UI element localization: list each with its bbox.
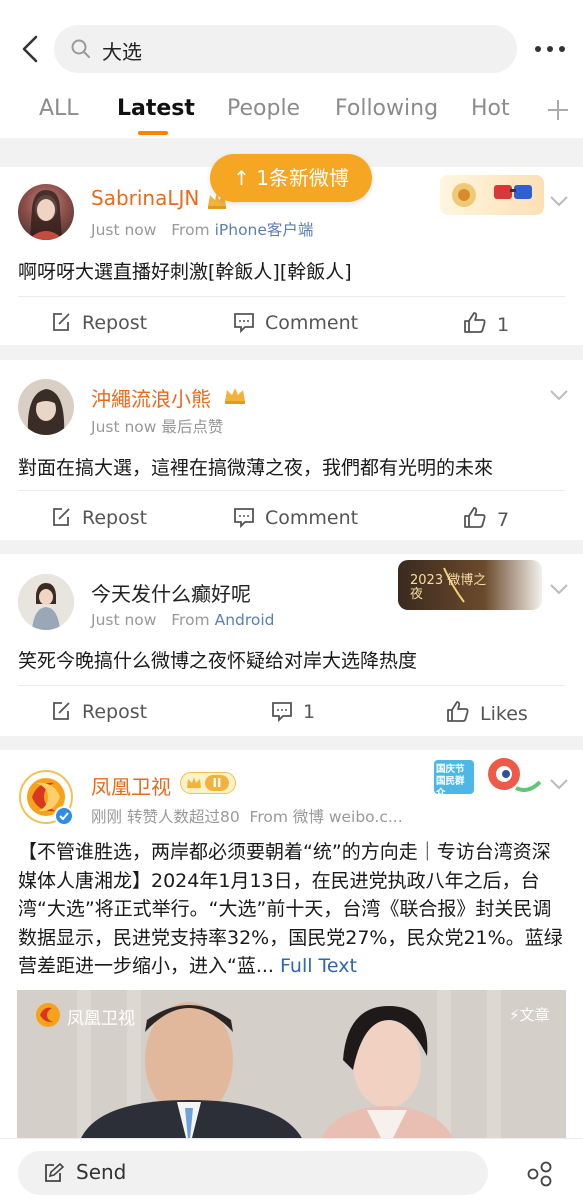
- post-text: 【不管谁胜选，两岸都必须要朝着“统”的方向走｜专访台湾资深媒体人唐湘龙】2024…: [18, 841, 563, 977]
- post-meta: Just now From iPhone客户端: [91, 221, 314, 239]
- active-tab-indicator: [138, 131, 168, 135]
- search-tabs: ALL Latest People Following Hot: [0, 84, 583, 138]
- tab-following[interactable]: Following: [335, 96, 438, 121]
- like-button[interactable]: 7: [463, 506, 509, 531]
- search-query: 大选: [102, 40, 142, 64]
- thumbs-up-icon: [464, 312, 486, 333]
- repost-button[interactable]: Repost: [50, 311, 147, 334]
- top-bar: 大选 ALL Latest People Following Hot: [0, 0, 583, 138]
- like-button[interactable]: Likes: [446, 700, 528, 725]
- post-text: 笑死今晚搞什么微博之夜怀疑给对岸大选降热度: [18, 650, 418, 672]
- divider: [18, 490, 565, 491]
- repost-icon: [53, 313, 70, 331]
- repost-button[interactable]: Repost: [50, 700, 147, 723]
- crown-icon: [187, 777, 201, 788]
- post-source[interactable]: iPhone客户端: [215, 221, 314, 239]
- comment-button[interactable]: Comment: [233, 311, 358, 334]
- article-tag: ⚡文章: [509, 1006, 550, 1024]
- weibo-night-banner: 2023 微博之夜: [398, 560, 542, 610]
- tab-latest[interactable]: Latest: [117, 96, 195, 121]
- more-icon[interactable]: [530, 38, 570, 60]
- avatar-image: [18, 574, 74, 630]
- repost-icon: [53, 702, 70, 720]
- avatar[interactable]: [18, 184, 74, 240]
- send-input[interactable]: Send: [18, 1151, 488, 1195]
- username[interactable]: SabrinaLJN: [91, 186, 199, 210]
- search-input[interactable]: 大选: [54, 25, 517, 73]
- arrow-up-icon: ↑: [233, 166, 250, 190]
- post-meta: Just now From Android: [91, 611, 275, 629]
- comment-button[interactable]: 1: [271, 700, 315, 723]
- banner-text: 2023 微博之夜: [410, 573, 487, 602]
- username[interactable]: 凤凰卫视: [91, 771, 171, 800]
- edit-icon: [45, 1162, 64, 1182]
- comment-icon: [234, 313, 254, 334]
- divider: [18, 685, 565, 686]
- decoration-badge: [440, 175, 544, 215]
- thumbs-up-icon: [464, 507, 486, 528]
- tab-people[interactable]: People: [227, 96, 300, 121]
- glasses-icon: [452, 183, 532, 207]
- chevron-down-icon[interactable]: [548, 777, 570, 791]
- tab-hot[interactable]: Hot: [471, 96, 510, 121]
- image-channel-label: 凤凰卫视: [67, 1009, 135, 1029]
- add-tab-icon[interactable]: [544, 96, 572, 124]
- chevron-down-icon[interactable]: [548, 388, 570, 402]
- chevron-down-icon[interactable]: [548, 582, 570, 596]
- tab-all[interactable]: ALL: [39, 96, 79, 121]
- lightning-icon: ⚡: [509, 1006, 520, 1024]
- avatar-image: [27, 389, 65, 435]
- verified-icon: [54, 806, 74, 826]
- username[interactable]: 今天发什么癫好呢: [91, 578, 251, 607]
- username[interactable]: 沖繩流浪小熊: [91, 383, 211, 412]
- comment-button[interactable]: Comment: [233, 506, 358, 529]
- chevron-down-icon[interactable]: [548, 194, 570, 208]
- post-source[interactable]: 微博 weibo.c...: [293, 808, 403, 826]
- back-button[interactable]: [14, 30, 50, 68]
- member-level-badge: II: [180, 772, 236, 794]
- post-card[interactable]: 沖繩流浪小熊 Just now 最后点赞 對面在搞大選，這裡在搞微薄之夜，我們都…: [0, 360, 583, 540]
- new-posts-button[interactable]: ↑ 1条新微博: [210, 154, 372, 202]
- article-image[interactable]: 凤凰卫视 ⚡文章: [17, 990, 566, 1150]
- holiday-badge: 国庆节 国民群众: [432, 752, 544, 804]
- post-source[interactable]: Android: [215, 611, 275, 629]
- weibo-search-screen: 大选 ALL Latest People Following Hot Sabri…: [0, 0, 583, 1200]
- avatar[interactable]: [18, 574, 74, 630]
- crown-icon: [225, 388, 245, 404]
- avatar[interactable]: [18, 379, 74, 435]
- like-button[interactable]: 1: [463, 311, 509, 336]
- post-meta: Just now 最后点赞: [91, 418, 224, 436]
- post-meta: 刚刚 转赞人数超过80 From 微博 weibo.c...: [91, 808, 403, 826]
- comment-icon: [272, 702, 292, 723]
- bottom-bar: Send: [0, 1138, 583, 1200]
- repost-icon: [53, 508, 70, 526]
- full-text-link[interactable]: Full Text: [280, 955, 357, 977]
- post-card[interactable]: 今天发什么癫好呢 Just now From Android 2023 微博之夜…: [0, 554, 583, 736]
- post-text: 啊呀呀大選直播好刺激[幹飯人][幹飯人]: [18, 261, 352, 283]
- avatar-image: [28, 190, 64, 240]
- share-icon[interactable]: [526, 1161, 554, 1187]
- send-label: Send: [76, 1160, 127, 1184]
- search-icon: [71, 39, 90, 58]
- divider: [18, 296, 565, 297]
- post-text: 對面在搞大選，這裡在搞微薄之夜，我們都有光明的未來: [18, 457, 494, 479]
- thumbs-up-icon: [447, 701, 469, 722]
- comment-icon: [234, 508, 254, 529]
- repost-button[interactable]: Repost: [50, 506, 147, 529]
- phoenix-logo-icon: [36, 1003, 60, 1027]
